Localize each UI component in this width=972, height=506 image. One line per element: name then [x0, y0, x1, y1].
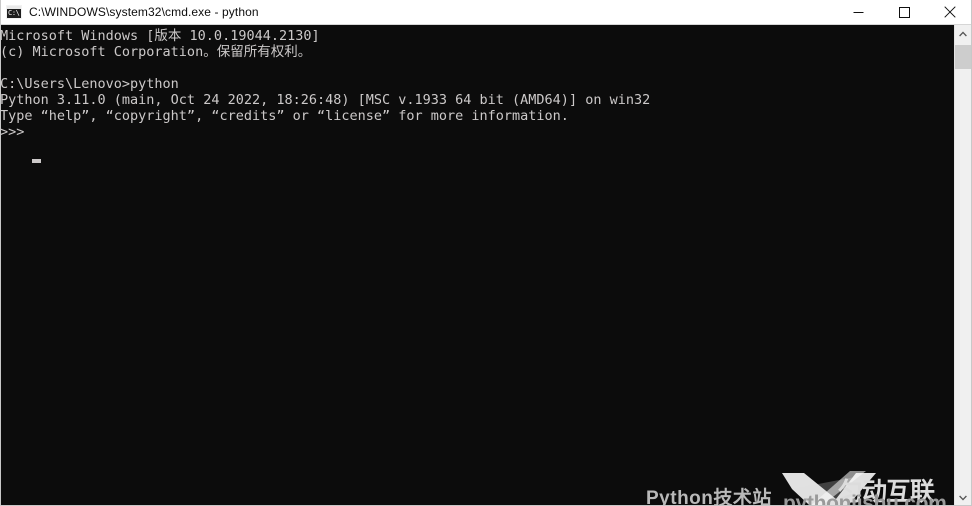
close-button[interactable] [927, 0, 971, 24]
scrollbar-thumb[interactable] [955, 45, 971, 69]
text-cursor [32, 159, 41, 163]
watermark: Python技术站 匀动互联 pythonjishu.com [641, 471, 956, 506]
cmd-window: C:\ C:\WINDOWS\system32\cmd.exe - python [0, 0, 972, 506]
title-bar[interactable]: C:\ C:\WINDOWS\system32\cmd.exe - python [1, 0, 971, 25]
watermark-domain: pythonjishu.com [783, 492, 947, 506]
console-output-area[interactable]: Microsoft Windows [版本 10.0.19044.2130] (… [1, 25, 956, 506]
x-logo-icon [782, 471, 876, 505]
maximize-icon [898, 6, 910, 18]
watermark-site-name: Python技术站 [646, 488, 772, 506]
minimize-button[interactable] [835, 0, 881, 24]
scroll-down-button[interactable] [955, 489, 971, 505]
watermark-logo-text: 匀动互联 [838, 478, 935, 506]
maximize-button[interactable] [881, 0, 927, 24]
console-text: Microsoft Windows [版本 10.0.19044.2130] (… [1, 28, 651, 140]
cmd-icon-label: C:\ [8, 9, 20, 17]
chevron-down-icon [959, 495, 967, 501]
chevron-up-icon [959, 30, 967, 36]
window-title: C:\WINDOWS\system32\cmd.exe - python [29, 5, 259, 19]
close-icon [944, 6, 956, 18]
cmd-exe-icon: C:\ [6, 5, 22, 19]
vertical-scrollbar[interactable] [954, 25, 971, 505]
minimize-icon [853, 11, 863, 13]
watermark-logo: 匀动互联 [780, 471, 956, 506]
scroll-up-button[interactable] [955, 25, 971, 42]
window-controls [835, 0, 971, 24]
